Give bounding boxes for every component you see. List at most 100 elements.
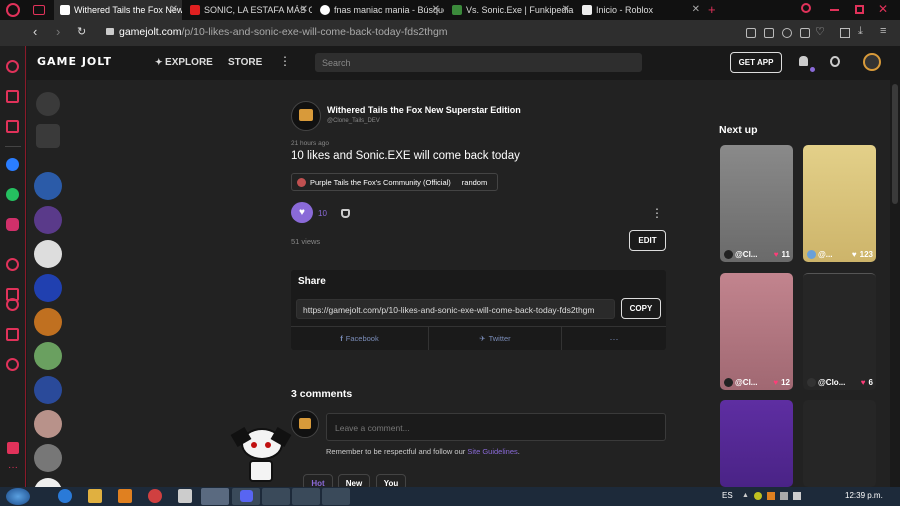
tab-fnas-search[interactable]: fnas maniac mania - Búsqueda ✕	[314, 0, 444, 20]
community-pink-avatar[interactable]	[34, 410, 62, 438]
community-orange-avatar[interactable]	[34, 308, 62, 336]
new-tab-icon[interactable]: +	[708, 2, 716, 17]
extensions-icon[interactable]	[6, 328, 19, 341]
post-options-icon[interactable]: ⋮	[651, 206, 663, 220]
media-player-icon[interactable]	[118, 489, 132, 503]
tab-withered-tails[interactable]: Withered Tails the Fox New Supe ✕	[54, 0, 182, 20]
bell-icon[interactable]	[799, 56, 808, 66]
start-button-icon[interactable]	[6, 488, 30, 505]
tab-sonic-estafa[interactable]: SONIC, LA ESTAFA MÁS GRANDE ✕	[184, 0, 312, 20]
activity-icon[interactable]	[36, 92, 60, 116]
next-up-card[interactable]: @Clo... ♥ 6	[803, 273, 876, 390]
site-guidelines-link[interactable]: Site Guidelines	[467, 447, 517, 456]
gamejolt-logo[interactable]: GAME JOLT	[37, 55, 112, 68]
discord-taskbar-button[interactable]	[232, 488, 260, 505]
tab-switcher-icon[interactable]	[33, 5, 45, 15]
share-page-icon[interactable]	[746, 28, 756, 38]
comment-input[interactable]: Leave a comment...	[326, 413, 666, 441]
download-icon[interactable]: ⤓	[858, 25, 863, 38]
minimize-window-icon[interactable]	[830, 9, 839, 11]
sticker-character[interactable]	[230, 426, 292, 486]
messenger-icon[interactable]	[6, 158, 19, 171]
clock[interactable]: 12:39 p.m.	[845, 491, 883, 500]
facebook-share-button[interactable]: f Facebook	[291, 327, 429, 350]
calculator-icon[interactable]	[178, 489, 192, 503]
trophy-icon[interactable]	[341, 209, 350, 218]
language-indicator[interactable]: ES	[722, 491, 733, 500]
maximize-window-icon[interactable]	[855, 5, 864, 14]
bookmark-heart-icon[interactable]: ♡	[815, 25, 825, 38]
author-handle[interactable]: @Clone_Tails_DEV	[327, 118, 380, 124]
community-sonic-exe-avatar[interactable]	[34, 240, 62, 268]
app-taskbar-button[interactable]	[292, 488, 320, 505]
community-green-avatar[interactable]	[34, 342, 62, 370]
next-up-card[interactable]	[803, 400, 876, 487]
library-icon[interactable]	[36, 124, 60, 148]
community-cult-avatar[interactable]	[34, 274, 62, 302]
community-sonic-avatar[interactable]	[34, 376, 62, 404]
author-avatar[interactable]	[291, 101, 321, 131]
history-icon[interactable]	[6, 298, 19, 311]
system-tray-icons[interactable]: ▲	[742, 492, 812, 501]
file-explorer-icon[interactable]	[88, 489, 102, 503]
next-up-card[interactable]: @... ♥ 123	[803, 145, 876, 262]
close-tab-icon[interactable]: ✕	[300, 4, 308, 15]
camera-icon[interactable]	[764, 28, 774, 38]
scrollbar-thumb[interactable]	[892, 84, 898, 204]
community-pill[interactable]: Purple Tails the Fox's Community (Offici…	[291, 173, 498, 191]
search-tabs-icon[interactable]	[801, 3, 811, 13]
extensions-cube-icon[interactable]	[840, 28, 850, 38]
close-tab-icon[interactable]: ✕	[692, 4, 700, 15]
settings-icon[interactable]	[6, 358, 19, 371]
opera-menu-icon[interactable]	[6, 3, 20, 17]
friends-icon[interactable]	[830, 56, 840, 67]
close-tab-icon[interactable]: ✕	[170, 4, 178, 15]
like-count[interactable]: 10	[318, 209, 327, 218]
reload-icon[interactable]: ↻	[77, 25, 86, 38]
chrome-icon[interactable]	[148, 489, 162, 503]
close-window-icon[interactable]: ✕	[878, 2, 888, 16]
store-link[interactable]: STORE	[228, 57, 262, 68]
next-up-card[interactable]	[720, 400, 793, 487]
sidebar-setup-icon[interactable]	[7, 442, 19, 454]
opera-home-icon[interactable]	[6, 60, 19, 73]
url-field[interactable]: gamejolt.com/p/10-likes-and-sonic-exe-wi…	[119, 26, 448, 38]
player-icon[interactable]	[6, 258, 19, 271]
next-up-card[interactable]: @Cl... ♥ 12	[720, 273, 793, 390]
author-name[interactable]: Withered Tails the Fox New Superstar Edi…	[327, 105, 521, 115]
edit-button[interactable]: EDIT	[629, 230, 666, 251]
menu-icon[interactable]: ≡	[880, 25, 886, 37]
community-tails-avatar[interactable]	[34, 206, 62, 234]
close-tab-icon[interactable]: ✕	[562, 4, 570, 15]
more-share-button[interactable]: ···	[562, 327, 666, 350]
whatsapp-icon[interactable]	[6, 188, 19, 201]
user-avatar[interactable]	[863, 53, 881, 71]
close-tab-icon[interactable]: ✕	[432, 4, 440, 15]
get-app-button[interactable]: GET APP	[730, 52, 782, 73]
app-taskbar-button[interactable]	[262, 488, 290, 505]
copy-button[interactable]: COPY	[621, 298, 661, 319]
tab-roblox[interactable]: Inicio - Roblox ✕	[576, 0, 704, 20]
twitter-share-button[interactable]: ✈ Twitter	[429, 327, 562, 350]
share-url-input[interactable]: https://gamejolt.com/p/10-likes-and-soni…	[296, 299, 615, 319]
back-icon[interactable]: ‹	[33, 24, 37, 39]
community-fnf-avatar[interactable]	[34, 172, 62, 200]
tab-funkipedia[interactable]: Vs. Sonic.Exe | Funkipedia Mods ✕	[446, 0, 574, 20]
sidebar-more-icon[interactable]: ···	[8, 462, 18, 473]
next-up-card[interactable]: @Cl... ♥ 11	[720, 145, 793, 262]
instagram-icon[interactable]	[6, 218, 19, 231]
search-input[interactable]: Search	[315, 53, 642, 72]
forward-icon[interactable]: ›	[56, 24, 60, 39]
explore-link[interactable]: ✦ EXPLORE	[155, 57, 213, 68]
opera-taskbar-button[interactable]	[201, 488, 229, 505]
internet-explorer-icon[interactable]	[58, 489, 72, 503]
nav-more-icon[interactable]: ⋮	[279, 54, 291, 68]
shield-icon[interactable]	[782, 28, 792, 38]
page-scrollbar[interactable]	[890, 80, 900, 487]
like-button[interactable]: ♥	[291, 202, 313, 223]
twitch-icon[interactable]	[6, 120, 19, 133]
shopping-bag-icon[interactable]	[6, 90, 19, 103]
community-checker-avatar[interactable]	[34, 444, 62, 472]
app-taskbar-button[interactable]	[322, 488, 350, 505]
send-icon[interactable]	[800, 28, 810, 38]
